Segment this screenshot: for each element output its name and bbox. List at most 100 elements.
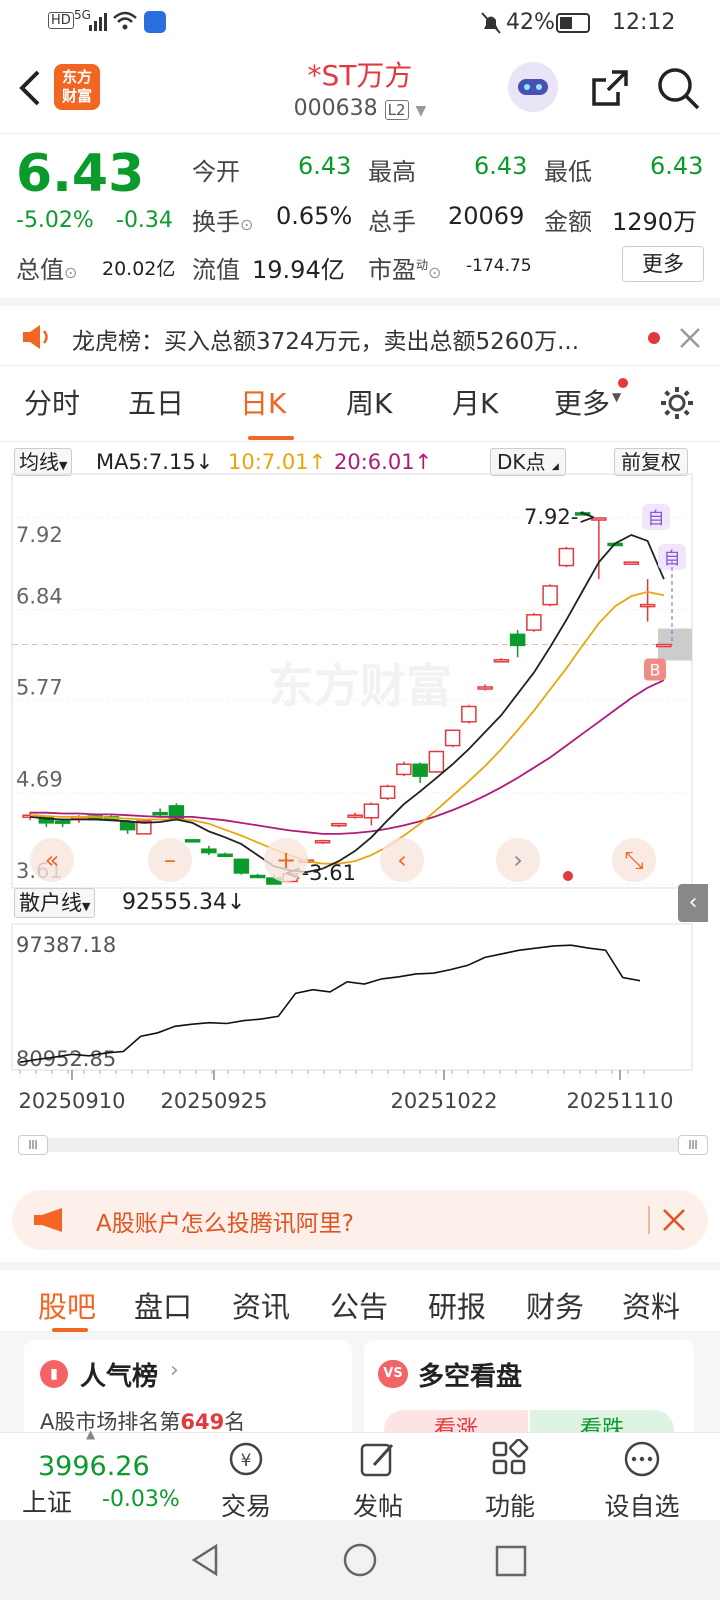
ma10-label: 10:7.01↑ bbox=[228, 450, 327, 474]
nav-trade[interactable]: ¥ 交易 bbox=[196, 1433, 296, 1523]
range-handle-left[interactable]: ||| bbox=[18, 1135, 48, 1155]
indicator-value: 92555.34↓ bbox=[122, 890, 246, 915]
low-value: 6.43 bbox=[650, 152, 704, 180]
grid-icon bbox=[492, 1438, 529, 1475]
app-notification-icon bbox=[144, 11, 166, 33]
high-label: 最高 bbox=[368, 158, 416, 186]
search-icon[interactable] bbox=[656, 66, 702, 112]
indicator-select[interactable]: 散户线▼ bbox=[14, 888, 96, 918]
content-tabs: 股吧 盘口 资讯 公告 研报 财务 资料 bbox=[0, 1262, 720, 1332]
more-dots-icon bbox=[624, 1441, 660, 1477]
candle-body bbox=[379, 785, 396, 799]
watermark: 东方财富 bbox=[268, 660, 452, 712]
turnover-label-text: 换手 bbox=[192, 208, 240, 236]
candle-body bbox=[233, 858, 250, 874]
stock-name: *ST万方 bbox=[307, 59, 413, 92]
range-handle-right[interactable]: ||| bbox=[678, 1135, 708, 1155]
indicator-label: 散户线 bbox=[19, 891, 82, 915]
info-icon[interactable]: ⊙ bbox=[64, 263, 77, 282]
tab-announcements[interactable]: 公告 bbox=[330, 1284, 388, 1326]
chart-control-icon: ⤡ bbox=[624, 846, 643, 874]
ma5-label: MA5:7.15↓ bbox=[96, 450, 214, 474]
bull-bear-title: 多空看盘 bbox=[418, 1362, 523, 1392]
stock-code: 000638 bbox=[293, 96, 378, 121]
pe-label: 市盈动⊙ bbox=[368, 250, 441, 285]
mktcap-label-text: 总值 bbox=[16, 256, 64, 284]
popularity-title: 人气榜 bbox=[80, 1362, 159, 1392]
divider bbox=[648, 1206, 650, 1234]
amount-label: 金额 bbox=[544, 208, 592, 236]
tab-monthly-k[interactable]: 月K bbox=[452, 382, 498, 422]
pe-value: -174.75 bbox=[466, 256, 532, 276]
notice-text: 龙虎榜：买入总额3724万元，卖出总额5260万... bbox=[72, 329, 579, 355]
index-change: -0.03% bbox=[102, 1487, 180, 1512]
candle-body bbox=[331, 822, 347, 827]
dragon-tiger-notice[interactable]: 龙虎榜：买入总额3724万元，卖出总额5260万... bbox=[0, 298, 720, 366]
home-circle-icon[interactable] bbox=[342, 1542, 378, 1578]
tab-five-day[interactable]: 五日 bbox=[128, 382, 184, 422]
tab-news[interactable]: 资讯 bbox=[232, 1284, 290, 1326]
float-label: 流值 bbox=[192, 256, 240, 284]
close-icon[interactable] bbox=[678, 326, 702, 350]
chevron-right-icon: › bbox=[170, 1358, 179, 1383]
candle-body bbox=[363, 803, 380, 819]
candle-body bbox=[54, 820, 71, 824]
tab-finance[interactable]: 财务 bbox=[526, 1284, 584, 1326]
ai-assistant-icon[interactable] bbox=[508, 62, 558, 112]
candle-body bbox=[477, 686, 493, 690]
wifi-icon bbox=[113, 11, 137, 30]
candle-body bbox=[152, 811, 168, 816]
y-tick-label: 4.69 bbox=[16, 767, 63, 791]
float-value: 19.94亿 bbox=[252, 256, 345, 284]
candle-body bbox=[201, 848, 217, 854]
current-price: 6.43 bbox=[16, 144, 145, 204]
settings-gear-icon[interactable] bbox=[658, 384, 696, 422]
edit-icon bbox=[360, 1443, 394, 1477]
recents-square-icon[interactable] bbox=[494, 1544, 528, 1578]
unread-dot bbox=[648, 332, 660, 344]
tab-more[interactable]: 更多 bbox=[554, 382, 610, 422]
tab-intraday[interactable]: 分时 bbox=[24, 382, 80, 422]
tab-weekly-k[interactable]: 周K bbox=[346, 382, 392, 422]
back-triangle-icon[interactable] bbox=[188, 1542, 222, 1578]
close-icon[interactable] bbox=[662, 1208, 686, 1232]
more-button[interactable]: 更多 bbox=[622, 246, 704, 282]
share-icon[interactable] bbox=[588, 66, 632, 110]
nav-functions[interactable]: 功能 bbox=[460, 1433, 560, 1523]
back-icon[interactable] bbox=[14, 68, 44, 108]
y-tick-label: 5.77 bbox=[16, 676, 63, 700]
bottom-nav: ▲ 3996.26 上证 -0.03% ¥ 交易 发帖 功能 设自选 bbox=[0, 1427, 720, 1523]
info-icon[interactable]: ⊙ bbox=[240, 215, 253, 234]
caret-down-icon: ▼ bbox=[59, 459, 68, 472]
candle-body bbox=[558, 547, 575, 567]
tab-research[interactable]: 研报 bbox=[428, 1284, 486, 1326]
battery-percent: 42% bbox=[506, 10, 555, 35]
collapse-panel-icon[interactable]: ‹ bbox=[678, 884, 708, 922]
nav-post[interactable]: 发帖 bbox=[328, 1433, 428, 1523]
logo-line-1: 东方 bbox=[61, 68, 92, 86]
tab-pankou[interactable]: 盘口 bbox=[134, 1284, 192, 1326]
stock-code-row[interactable]: 000638 L2 ▼ bbox=[240, 96, 480, 121]
promo-banner[interactable]: A股账户怎么投腾讯阿里? bbox=[12, 1190, 708, 1250]
candle-body bbox=[656, 643, 672, 648]
eastmoney-logo[interactable]: 东方 财富 bbox=[54, 64, 100, 110]
candle-body bbox=[542, 585, 558, 606]
kline-chart-area[interactable]: 均线▼ MA5:7.15↓ 10:7.01↑ 20:6.01↑ DK点 ◢ 前复… bbox=[0, 442, 720, 1162]
bull-bear-card[interactable]: VS 多空看盘 看涨 看跌 bbox=[364, 1340, 694, 1432]
tab-daily-k[interactable]: 日K bbox=[240, 382, 286, 422]
popularity-card[interactable]: ▮ 人气榜 › A股市场排名第649名 bbox=[24, 1340, 352, 1432]
index-value[interactable]: 3996.26 bbox=[38, 1451, 150, 1482]
tab-guba[interactable]: 股吧 bbox=[38, 1284, 96, 1326]
volume-value: 20069 bbox=[448, 202, 525, 230]
range-scrollbar[interactable]: ||| ||| bbox=[18, 1135, 708, 1155]
candle-body bbox=[461, 705, 477, 723]
bearish-button[interactable]: 看跌 bbox=[530, 1410, 674, 1432]
info-icon[interactable]: ⊙ bbox=[428, 263, 441, 282]
svg-text:¥: ¥ bbox=[241, 1451, 252, 1471]
status-bar: HD 5G 42% 12:12 bbox=[0, 0, 720, 46]
active-tab-indicator bbox=[248, 436, 294, 440]
tab-profile[interactable]: 资料 bbox=[622, 1284, 680, 1326]
nav-add-watchlist[interactable]: 设自选 bbox=[592, 1433, 692, 1523]
bullish-button[interactable]: 看涨 bbox=[384, 1410, 528, 1432]
signal-dot bbox=[563, 871, 573, 881]
